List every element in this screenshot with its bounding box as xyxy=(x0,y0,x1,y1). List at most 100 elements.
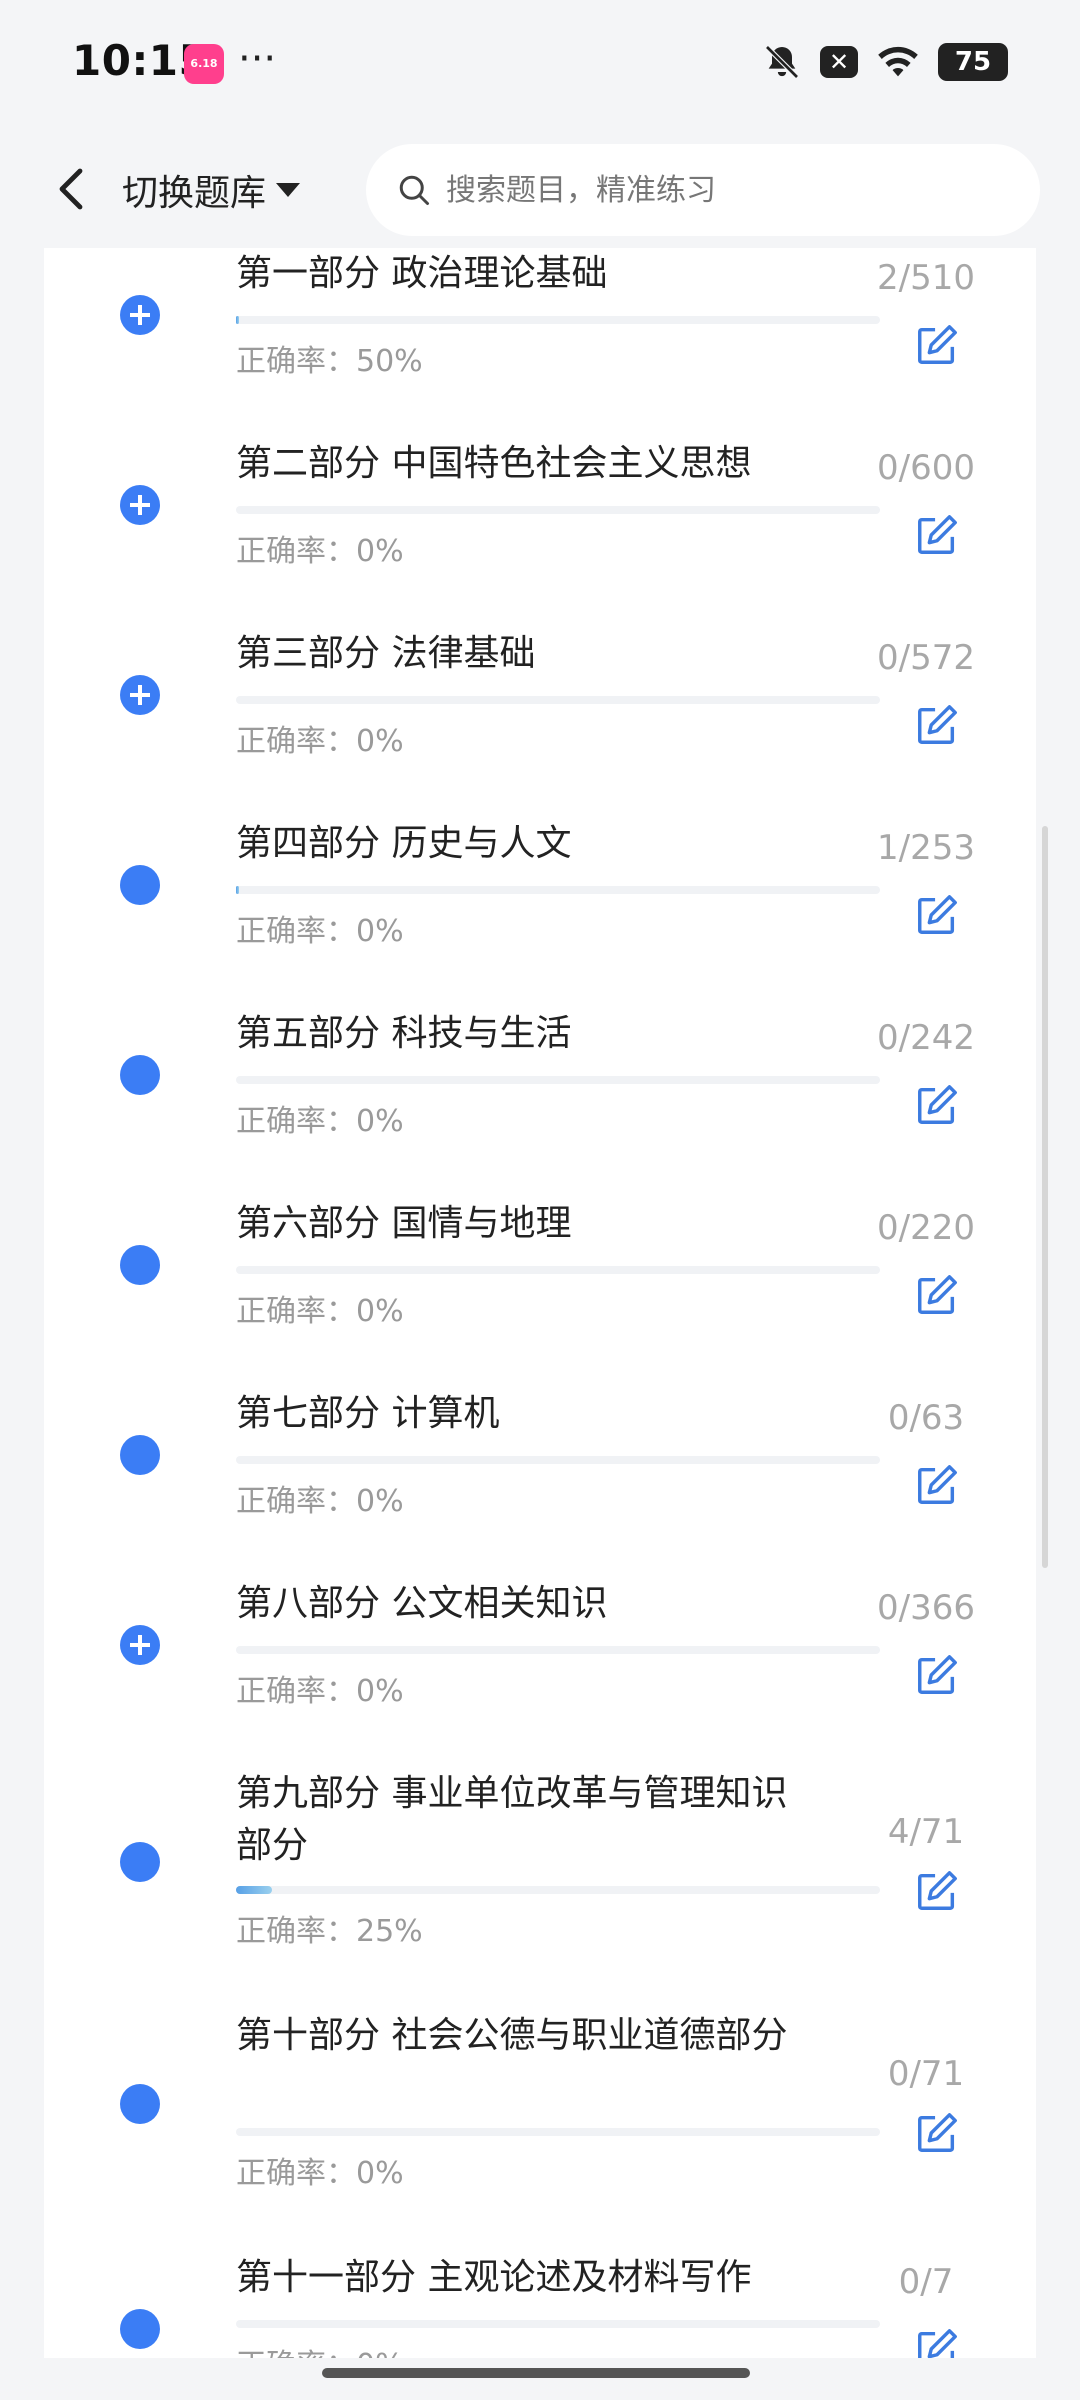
progress-bar xyxy=(236,2128,880,2136)
section-row[interactable]: 第十部分 社会公德与职业道德部分 正确率：0% 0/71 xyxy=(44,2010,1036,2252)
accuracy-label: 正确率：0% xyxy=(236,1104,404,1139)
progress-count: 2/510 xyxy=(877,258,975,298)
edit-icon[interactable] xyxy=(914,1652,960,1698)
accuracy-label: 正确率：0% xyxy=(236,2156,404,2191)
section-title: 第一部分 政治理论基础 xyxy=(236,253,608,294)
expand-plus-icon[interactable] xyxy=(120,295,160,335)
edit-icon[interactable] xyxy=(914,892,960,938)
accuracy-label: 正确率：25% xyxy=(236,1914,423,1949)
section-dot-icon xyxy=(120,1435,160,1475)
section-dot-icon xyxy=(120,2084,160,2124)
progress-count: 0/600 xyxy=(877,448,975,488)
expand-plus-icon[interactable] xyxy=(120,1625,160,1665)
progress-count: 1/253 xyxy=(877,828,975,868)
progress-fill xyxy=(236,886,239,894)
back-button[interactable] xyxy=(40,154,100,224)
section-row[interactable]: 第一部分 政治理论基础 正确率：50% 2/510 xyxy=(44,248,1036,438)
section-dot-icon xyxy=(120,1055,160,1095)
progress-bar xyxy=(236,506,880,514)
bell-off-icon xyxy=(765,45,799,79)
progress-fill xyxy=(236,1886,272,1894)
caret-down-icon xyxy=(276,183,301,197)
progress-count: 4/71 xyxy=(887,1812,965,1852)
section-title: 第二部分 中国特色社会主义思想 xyxy=(236,443,752,484)
progress-bar xyxy=(236,1456,880,1464)
progress-fill xyxy=(236,316,239,324)
edit-icon[interactable] xyxy=(914,1462,960,1508)
progress-bar xyxy=(236,1886,880,1894)
status-bar: 10:15 6.18 ··· ✕ 75 xyxy=(0,0,1080,130)
progress-count: 0/7 xyxy=(898,2262,954,2302)
chevron-left-icon xyxy=(59,168,83,210)
accuracy-label: 正确率：50% xyxy=(236,344,423,379)
section-title: 第七部分 计算机 xyxy=(236,1393,500,1434)
switch-bank-label: 切换题库 xyxy=(122,173,267,214)
progress-count: 0/63 xyxy=(887,1398,965,1438)
accuracy-label: 正确率：0% xyxy=(236,914,404,949)
home-indicator[interactable] xyxy=(322,2368,750,2378)
close-box-icon: ✕ xyxy=(820,46,858,78)
section-title: 第十部分 社会公德与职业道德部分 xyxy=(236,2015,788,2056)
accuracy-label: 正确率：0% xyxy=(236,1294,404,1329)
search-input[interactable] xyxy=(444,171,1008,209)
accuracy-label: 正确率：0% xyxy=(236,2340,404,2358)
switch-question-bank-button[interactable]: 切换题库 xyxy=(122,158,301,222)
section-dot-icon xyxy=(120,865,160,905)
progress-count: 0/71 xyxy=(887,2054,965,2094)
search-icon xyxy=(399,175,429,205)
progress-count: 0/572 xyxy=(877,638,975,678)
edit-icon[interactable] xyxy=(914,1868,960,1914)
progress-bar xyxy=(236,1646,880,1654)
edit-icon[interactable] xyxy=(914,2110,960,2156)
wifi-icon xyxy=(878,46,918,77)
progress-bar xyxy=(236,1266,880,1274)
edit-icon[interactable] xyxy=(914,512,960,558)
section-row[interactable]: 第五部分 科技与生活 正确率：0% 0/242 xyxy=(44,1008,1036,1198)
edit-icon[interactable] xyxy=(914,702,960,748)
section-title: 第四部分 历史与人文 xyxy=(236,823,572,864)
section-dot-icon xyxy=(120,1245,160,1285)
battery-icon: 75 xyxy=(938,43,1008,81)
section-row[interactable]: 第四部分 历史与人文 正确率：0% 1/253 xyxy=(44,818,1036,1008)
edit-icon[interactable] xyxy=(914,1082,960,1128)
chapter-list: 第一部分 政治理论基础 正确率：50% 2/510 第二部分 中国特色社会主义思… xyxy=(44,248,1036,2358)
edit-icon[interactable] xyxy=(914,2326,960,2358)
expand-plus-icon[interactable] xyxy=(120,485,160,525)
accuracy-label: 正确率：0% xyxy=(236,1674,404,1709)
section-row[interactable]: 第三部分 法律基础 正确率：0% 0/572 xyxy=(44,628,1036,818)
accuracy-label: 正确率：0% xyxy=(236,1484,404,1519)
accuracy-label: 正确率：0% xyxy=(236,534,404,569)
section-title: 第三部分 法律基础 xyxy=(236,633,536,674)
section-row[interactable]: 第七部分 计算机 正确率：0% 0/63 xyxy=(44,1388,1036,1578)
progress-bar xyxy=(236,2320,880,2328)
progress-count: 0/242 xyxy=(877,1018,975,1058)
section-dot-icon xyxy=(120,2309,160,2349)
edit-icon[interactable] xyxy=(914,322,960,368)
section-row[interactable]: 第八部分 公文相关知识 正确率：0% 0/366 xyxy=(44,1578,1036,1768)
section-title: 第六部分 国情与地理 xyxy=(236,1203,572,1244)
section-title: 第十一部分 主观论述及材料写作 xyxy=(236,2257,752,2298)
section-title: 第九部分 事业单位改革与管理知识部分 xyxy=(236,1773,788,1866)
section-row[interactable]: 第二部分 中国特色社会主义思想 正确率：0% 0/600 xyxy=(44,438,1036,628)
section-row[interactable]: 第十一部分 主观论述及材料写作 正确率：0% 0/7 xyxy=(44,2252,1036,2358)
section-row[interactable]: 第六部分 国情与地理 正确率：0% 0/220 xyxy=(44,1198,1036,1388)
expand-plus-icon[interactable] xyxy=(120,675,160,715)
scrollbar-thumb[interactable] xyxy=(1042,826,1048,1568)
search-bar[interactable] xyxy=(366,144,1040,236)
section-title: 第八部分 公文相关知识 xyxy=(236,1583,608,1624)
progress-bar xyxy=(236,316,880,324)
app-notification-icon: 6.18 xyxy=(184,44,224,84)
accuracy-label: 正确率：0% xyxy=(236,724,404,759)
top-bar: 切换题库 xyxy=(0,130,1080,248)
more-notifications-icon: ··· xyxy=(238,36,277,82)
progress-count: 0/220 xyxy=(877,1208,975,1248)
progress-bar xyxy=(236,696,880,704)
edit-icon[interactable] xyxy=(914,1272,960,1318)
section-row[interactable]: 第九部分 事业单位改革与管理知识部分 正确率：25% 4/71 xyxy=(44,1768,1036,2010)
section-dot-icon xyxy=(120,1842,160,1882)
section-title: 第五部分 科技与生活 xyxy=(236,1013,572,1054)
system-icons: ✕ 75 xyxy=(762,42,1008,82)
progress-count: 0/366 xyxy=(877,1588,975,1628)
progress-bar xyxy=(236,886,880,894)
progress-bar xyxy=(236,1076,880,1084)
